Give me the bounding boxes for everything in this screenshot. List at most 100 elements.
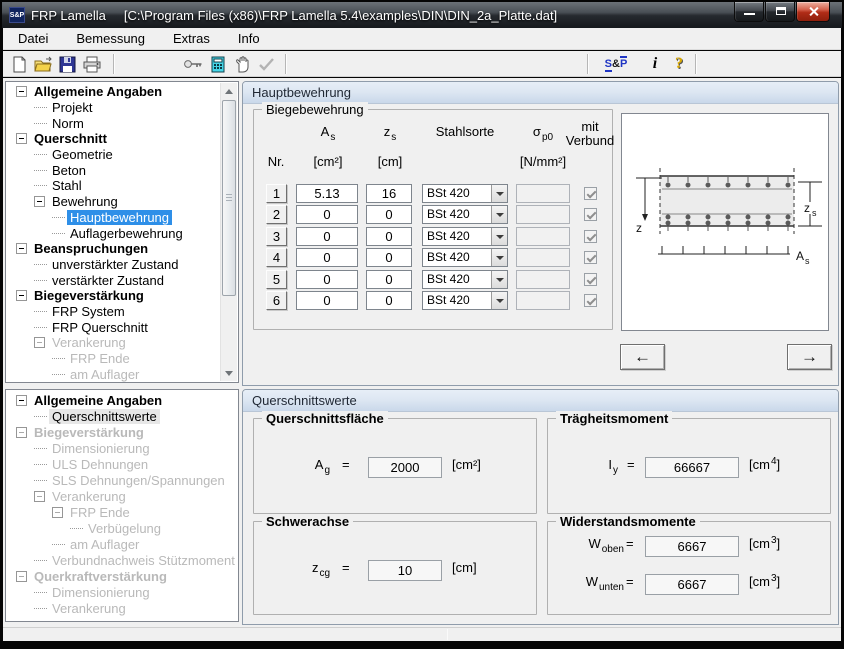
- tree-item[interactable]: am Auflager: [6, 366, 238, 382]
- stahlsorte-select[interactable]: BSt 420: [422, 291, 508, 310]
- collapse-icon[interactable]: [34, 337, 45, 348]
- row-number-button[interactable]: 3: [266, 227, 287, 246]
- row-number-button[interactable]: 1: [266, 184, 287, 203]
- tree-item[interactable]: FRP System: [6, 304, 238, 320]
- tree-item[interactable]: FRP Querschnitt: [6, 319, 238, 335]
- tree-item[interactable]: SLS Dehnungen/Spannungen: [6, 472, 238, 488]
- tree-item[interactable]: Verbundnachweis Stützmoment: [6, 552, 238, 568]
- next-button[interactable]: →: [787, 344, 832, 370]
- stahlsorte-select[interactable]: BSt 420: [422, 227, 508, 246]
- as-input[interactable]: [296, 248, 358, 267]
- tree-item[interactable]: Beton: [6, 162, 238, 178]
- tree-item[interactable]: Querschnitt: [6, 131, 238, 147]
- tree-item[interactable]: verstärkter Zustand: [6, 272, 238, 288]
- menu-extras[interactable]: Extras: [171, 29, 212, 48]
- tree-item[interactable]: am Auflager: [6, 536, 238, 552]
- as-input[interactable]: [296, 205, 358, 224]
- tree-item[interactable]: Allgemeine Angaben: [6, 84, 238, 100]
- dropdown-arrow-icon[interactable]: [491, 228, 507, 245]
- collapse-icon[interactable]: [16, 243, 27, 254]
- tree-item[interactable]: Biegeverstärkung: [6, 424, 238, 440]
- tree-item[interactable]: ULS Dehnungen: [6, 456, 238, 472]
- tree-item[interactable]: Bewehrung: [6, 194, 238, 210]
- collapse-icon[interactable]: [16, 86, 27, 97]
- scrollbar-thumb[interactable]: [222, 100, 236, 296]
- tree-item[interactable]: unverstärkter Zustand: [6, 257, 238, 273]
- save-button[interactable]: [57, 54, 77, 74]
- key-button[interactable]: [183, 54, 203, 74]
- tree-connector-icon: [34, 592, 47, 593]
- menu-datei[interactable]: Datei: [16, 29, 50, 48]
- tree-scrollbar[interactable]: [220, 83, 237, 381]
- info-button[interactable]: i: [645, 54, 665, 74]
- zs-input[interactable]: [366, 270, 412, 289]
- dropdown-arrow-icon[interactable]: [491, 292, 507, 309]
- menu-info[interactable]: Info: [236, 29, 262, 48]
- as-input[interactable]: [296, 291, 358, 310]
- check-button[interactable]: [256, 54, 276, 74]
- tree-item-hauptbewehrung[interactable]: Hauptbewehrung: [6, 210, 238, 226]
- collapse-icon[interactable]: [34, 491, 45, 502]
- tree-item[interactable]: Dimensionierung: [6, 440, 238, 456]
- scroll-up-button[interactable]: [221, 83, 237, 99]
- tree-item-querschnittswerte[interactable]: Querschnittswerte: [6, 408, 238, 424]
- new-file-button[interactable]: [9, 54, 29, 74]
- zs-input[interactable]: [366, 205, 412, 224]
- menu-bemessung[interactable]: Bemessung: [74, 29, 147, 48]
- dropdown-arrow-icon[interactable]: [491, 185, 507, 202]
- as-input[interactable]: [296, 270, 358, 289]
- maximize-button[interactable]: [765, 2, 795, 22]
- collapse-icon[interactable]: [16, 290, 27, 301]
- tree-item[interactable]: Verbundnachweis Stützmoment: [6, 382, 238, 383]
- tree-item[interactable]: Projekt: [6, 100, 238, 116]
- close-button[interactable]: [796, 2, 830, 22]
- zs-input[interactable]: [366, 248, 412, 267]
- tree-item[interactable]: Geometrie: [6, 147, 238, 163]
- row-number-button[interactable]: 2: [266, 205, 287, 224]
- tree-item[interactable]: Stahl: [6, 178, 238, 194]
- calculator-button[interactable]: [208, 54, 228, 74]
- row-number-button[interactable]: 5: [266, 270, 287, 289]
- tree-item[interactable]: Dimensionierung: [6, 584, 238, 600]
- tree-item[interactable]: Allgemeine Angaben: [6, 392, 238, 408]
- stahlsorte-select[interactable]: BSt 420: [422, 248, 508, 267]
- as-input[interactable]: [296, 184, 358, 203]
- as-input[interactable]: [296, 227, 358, 246]
- help-button[interactable]: ?: [669, 54, 689, 74]
- sp-logo-button[interactable]: S&P: [599, 54, 633, 74]
- collapse-icon[interactable]: [16, 427, 27, 438]
- collapse-icon[interactable]: [34, 196, 45, 207]
- collapse-icon[interactable]: [52, 507, 63, 518]
- tree-item[interactable]: Verbügelung: [6, 520, 238, 536]
- stahlsorte-select[interactable]: BSt 420: [422, 205, 508, 224]
- row-number-button[interactable]: 6: [266, 291, 287, 310]
- collapse-icon[interactable]: [16, 133, 27, 144]
- tree-item[interactable]: Auflagerbewehrung: [6, 225, 238, 241]
- print-button[interactable]: [82, 54, 102, 74]
- collapse-icon[interactable]: [16, 571, 27, 582]
- scroll-down-button[interactable]: [221, 365, 237, 381]
- tree-item[interactable]: Biegeverstärkung: [6, 288, 238, 304]
- hand-button[interactable]: [232, 54, 252, 74]
- collapse-icon[interactable]: [16, 395, 27, 406]
- zs-input[interactable]: [366, 184, 412, 203]
- zs-input[interactable]: [366, 227, 412, 246]
- tree-item[interactable]: Querkraftverstärkung: [6, 568, 238, 584]
- minimize-button[interactable]: [734, 2, 764, 22]
- tree-item[interactable]: Verankerung: [6, 488, 238, 504]
- tree-item[interactable]: Verankerung: [6, 600, 238, 616]
- dropdown-arrow-icon[interactable]: [491, 249, 507, 266]
- tree-item[interactable]: FRP Ende: [6, 351, 238, 367]
- open-file-button[interactable]: [33, 54, 53, 74]
- tree-item[interactable]: Beanspruchungen: [6, 241, 238, 257]
- row-number-button[interactable]: 4: [266, 248, 287, 267]
- zs-input[interactable]: [366, 291, 412, 310]
- dropdown-arrow-icon[interactable]: [491, 271, 507, 288]
- tree-item[interactable]: FRP Ende: [6, 504, 238, 520]
- tree-item[interactable]: Norm: [6, 115, 238, 131]
- dropdown-arrow-icon[interactable]: [491, 206, 507, 223]
- stahlsorte-select[interactable]: BSt 420: [422, 184, 508, 203]
- stahlsorte-select[interactable]: BSt 420: [422, 270, 508, 289]
- prev-button[interactable]: ←: [620, 344, 665, 370]
- tree-item[interactable]: Verankerung: [6, 335, 238, 351]
